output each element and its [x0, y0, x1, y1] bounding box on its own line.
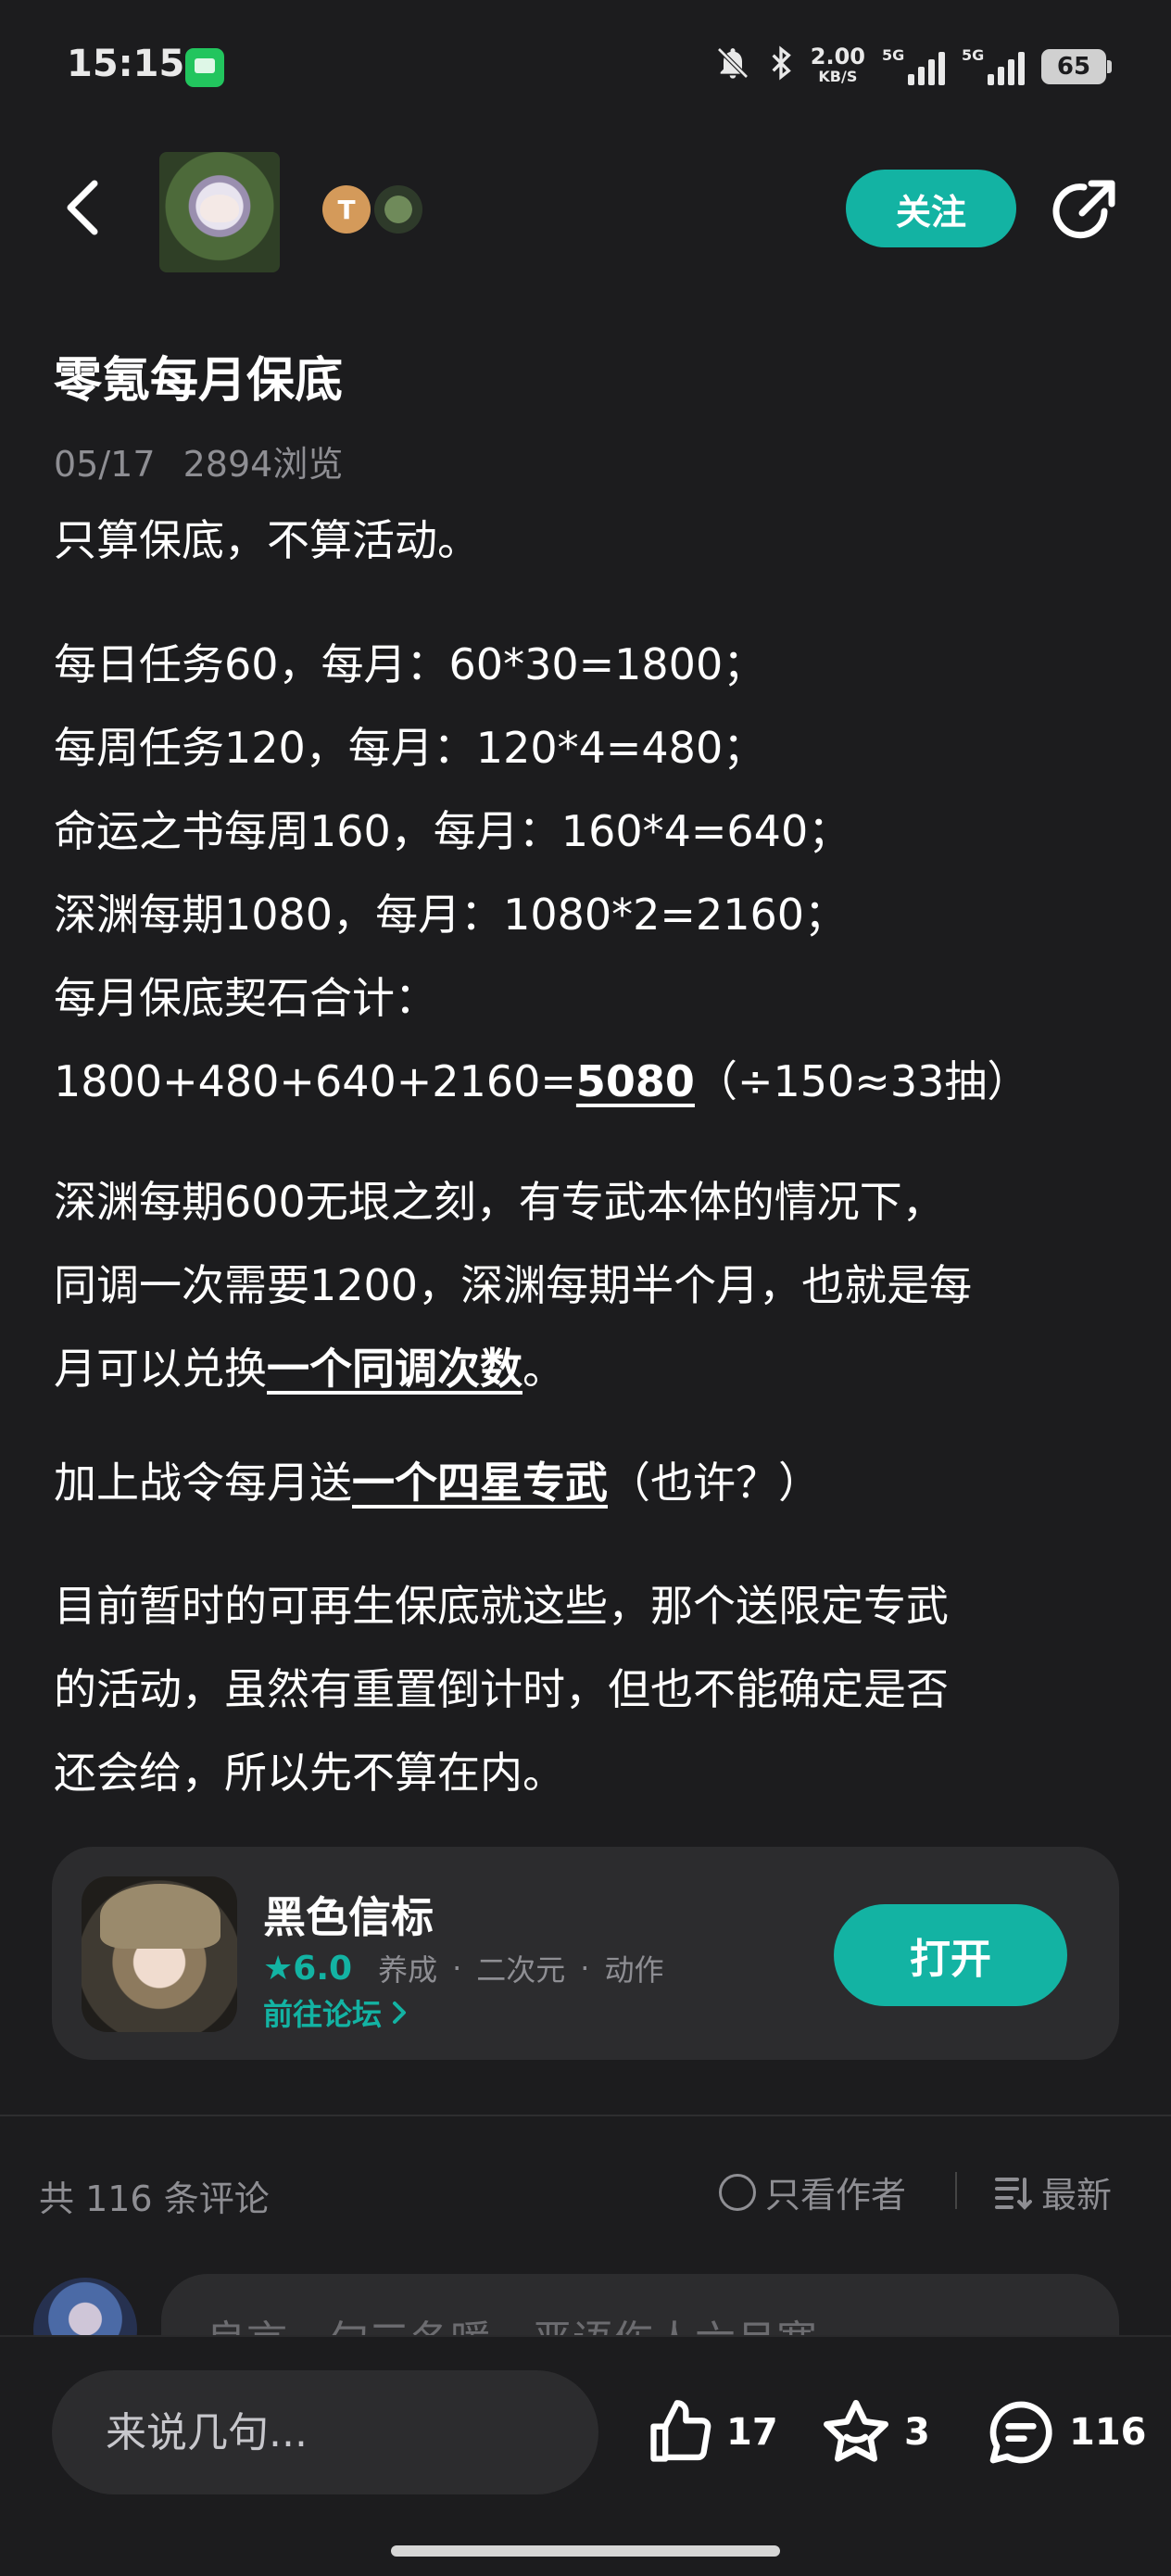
text-line: 加上战令每月送一个四星专武（也许？）	[54, 1441, 1128, 1524]
text-line: 的活动，虽然有重置倒计时，但也不能确定是否	[54, 1664, 949, 1714]
like-button[interactable]: 17	[645, 2391, 778, 2474]
network-speed: 2.00 KB/S	[810, 44, 865, 87]
share-icon	[1052, 180, 1115, 239]
post-meta: 05/17 2894浏览	[54, 436, 343, 486]
open-app-button[interactable]: 打开	[834, 1904, 1067, 2006]
text-line: 深渊每期1080，每月：1080*2=2160；	[54, 890, 848, 940]
status-icons: 2.00 KB/S 5G 5G 65	[714, 41, 1112, 93]
tag-separator: ·	[580, 1951, 590, 1986]
game-app-card[interactable]: 黑色信标 ★6.0 养成 · 二次元 · 动作 前往论坛 打开	[52, 1847, 1119, 2060]
text-line: 每月保底契石合计：	[54, 973, 437, 1023]
go-to-forum-link[interactable]: 前往论坛	[263, 1991, 409, 2034]
network-speed-value: 2.00	[810, 44, 865, 69]
text-line: 只算保底，不算活动。	[54, 515, 480, 565]
signal-2-label: 5G	[962, 46, 985, 64]
post-paragraph-5: 目前暂时的可再生保底就这些，那个送限定专武 的活动，虽然有重置倒计时，但也不能确…	[54, 1564, 1128, 1814]
home-indicator[interactable]	[391, 2545, 780, 2557]
post-header: T 关注	[0, 139, 1171, 278]
post-paragraph-3: 深渊每期600无垠之刻，有专武本体的情况下， 同调一次需要1200，深渊每期半个…	[54, 1160, 1128, 1410]
status-bar: 15:15 2.00 KB/S 5G 5G 65	[0, 0, 1171, 139]
post-paragraph-1: 只算保底，不算活动。	[54, 499, 1128, 582]
comment-input[interactable]	[52, 2370, 598, 2494]
rating-value: 6.0	[293, 1949, 353, 1988]
draws-note: （÷150≈33抽）	[694, 1056, 1030, 1106]
post-date: 05/17	[54, 444, 156, 485]
text-line: 深渊每期600无垠之刻，有专武本体的情况下，	[54, 1177, 945, 1227]
filter-divider	[955, 2172, 957, 2209]
game-app-name: 黑色信标	[263, 1892, 434, 1942]
mute-bell-icon	[714, 44, 751, 90]
text-line: 同调一次需要1200，深渊每期半个月，也就是每	[54, 1260, 973, 1310]
battery-icon: 65	[1041, 49, 1112, 84]
favorite-button[interactable]: 3	[819, 2391, 930, 2474]
only-author-label: 只看作者	[765, 2175, 907, 2216]
text-line: 月可以兑换一个同调次数。	[54, 1327, 1128, 1410]
title-badge[interactable]: T	[322, 185, 371, 234]
weapon-highlight: 一个四星专武	[352, 1458, 608, 1508]
total-highlight: 5080	[575, 1056, 695, 1106]
star-outline-icon	[824, 2400, 888, 2462]
text-span: （也许？）	[608, 1458, 821, 1508]
chevron-left-icon	[67, 180, 98, 235]
signal-1-label: 5G	[882, 46, 905, 64]
section-divider	[0, 2115, 1171, 2116]
sort-icon	[995, 2177, 1032, 2210]
game-tag: 二次元	[476, 1952, 566, 1988]
text-line: 命运之书每周160，每月：160*4=640；	[54, 806, 851, 856]
signal-icon-2: 5G	[962, 46, 1025, 85]
game-badge[interactable]	[374, 185, 422, 234]
share-button[interactable]	[1049, 174, 1121, 246]
author-avatar[interactable]	[159, 152, 280, 272]
signal-icon-1: 5G	[882, 46, 945, 85]
sync-highlight: 一个同调次数	[267, 1344, 523, 1394]
post-views: 2894浏览	[183, 444, 344, 485]
bottom-action-bar: 17 3 116	[0, 2335, 1171, 2576]
status-time: 15:15	[67, 43, 185, 85]
title-badge-letter: T	[337, 194, 356, 225]
text-line: 1800+480+640+2160=5080（÷150≈33抽）	[54, 1040, 1128, 1123]
back-button[interactable]	[54, 174, 119, 239]
thumbs-up-icon	[650, 2400, 711, 2462]
only-author-toggle[interactable]: 只看作者	[719, 2166, 906, 2217]
comment-count: 116	[1069, 2411, 1147, 2454]
bluetooth-icon	[768, 44, 794, 90]
radio-circle-icon	[719, 2173, 756, 2211]
tag-separator: ·	[452, 1951, 462, 1986]
game-rating: ★6.0	[263, 1950, 352, 1988]
go-to-forum-label: 前往论坛	[263, 1997, 383, 2032]
game-tag: 动作	[604, 1952, 664, 1988]
battery-level: 65	[1056, 53, 1091, 81]
text-span: 加上战令每月送	[54, 1458, 352, 1508]
text-line: 还会给，所以先不算在内。	[54, 1748, 565, 1798]
formula-text: 1800+480+640+2160=	[54, 1056, 576, 1106]
sort-latest-button[interactable]: 最新	[993, 2166, 1112, 2217]
text-span: 。	[523, 1344, 565, 1394]
comment-bubble-icon	[989, 2401, 1052, 2464]
text-span: 月可以兑换	[54, 1344, 267, 1394]
message-app-icon	[185, 48, 224, 87]
text-line: 每日任务60，每月：60*30=1800；	[54, 639, 766, 689]
network-speed-unit: KB/S	[818, 68, 858, 85]
favorite-count: 3	[904, 2411, 930, 2454]
text-line: 每周任务120，每月：120*4=480；	[54, 723, 766, 773]
text-line: 目前暂时的可再生保底就这些，那个送限定专武	[54, 1581, 949, 1631]
chevron-right-icon	[393, 2001, 407, 2024]
comments-button[interactable]: 116	[984, 2391, 1147, 2474]
post-paragraph-2: 每日任务60，每月：60*30=1800； 每周任务120，每月：120*4=4…	[54, 623, 1128, 1123]
post-paragraph-4: 加上战令每月送一个四星专武（也许？）	[54, 1441, 1128, 1524]
like-count: 17	[726, 2411, 778, 2454]
game-app-icon[interactable]	[82, 1876, 237, 2032]
sort-latest-label: 最新	[1041, 2175, 1113, 2216]
follow-button[interactable]: 关注	[846, 170, 1016, 247]
post-title: 零氪每月保底	[54, 353, 344, 409]
star-icon: ★	[263, 1949, 294, 1988]
game-app-meta: ★6.0 养成 · 二次元 · 动作	[263, 1947, 663, 1989]
comments-count: 共 116 条评论	[39, 2178, 270, 2219]
game-tag: 养成	[378, 1952, 438, 1988]
